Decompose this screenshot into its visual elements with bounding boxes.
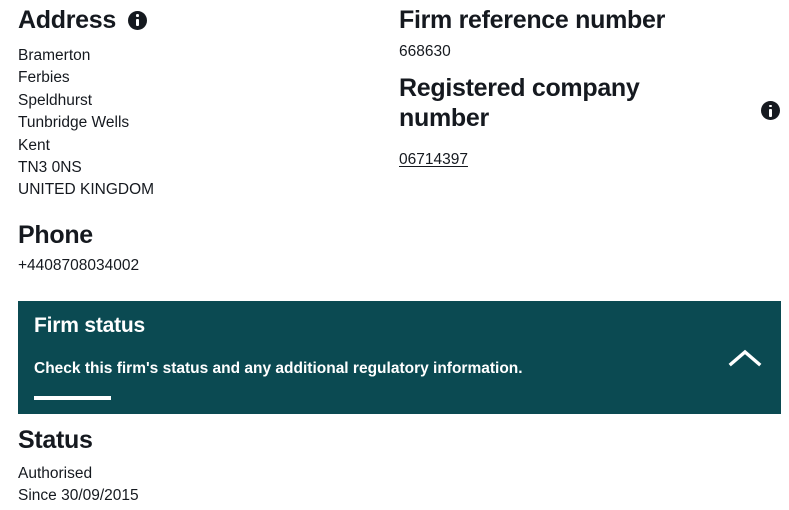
address-line: Ferbies (18, 69, 70, 87)
address-heading: Address (18, 6, 116, 34)
firm-status-description: Check this firm's status and any additio… (34, 360, 523, 377)
status-since: Since 30/09/2015 (18, 487, 139, 504)
address-line: Speldhurst (18, 91, 93, 109)
status-heading: Status (18, 426, 93, 454)
chevron-up-icon[interactable] (727, 345, 763, 371)
registered-company-number-link[interactable]: 06714397 (399, 151, 468, 168)
registered-company-number-value: 06714397 (399, 149, 468, 171)
address-line: Bramerton (18, 47, 91, 64)
firm-details-page: Address Bramerton Ferbies Speldhurst Tun… (0, 0, 789, 510)
registered-company-number-heading: Registered company number (399, 74, 640, 132)
info-icon[interactable] (761, 101, 780, 120)
firm-status-panel[interactable]: Firm status Check this firm's status and… (18, 301, 781, 414)
phone-heading: Phone (18, 221, 93, 249)
registered-company-info-icon-wrap (761, 101, 780, 120)
address-line: UNITED KINGDOM (18, 181, 155, 199)
info-icon[interactable] (127, 10, 147, 30)
address-lines: Bramerton Ferbies Speldhurst Tunbridge W… (18, 45, 378, 202)
firm-status-title: Firm status (34, 314, 145, 337)
firm-status-underline-rule (34, 396, 111, 400)
address-line: Tunbridge Wells (18, 114, 130, 132)
firm-reference-number-value: 668630 (399, 43, 451, 60)
address-heading-row: Address (18, 5, 147, 35)
status-value: Authorised (18, 465, 93, 482)
phone-value: +4408708034002 (18, 257, 140, 274)
address-line: TN3 0NS (18, 159, 82, 177)
address-line: Kent (18, 136, 50, 154)
firm-reference-number-heading: Firm reference number (399, 6, 666, 34)
